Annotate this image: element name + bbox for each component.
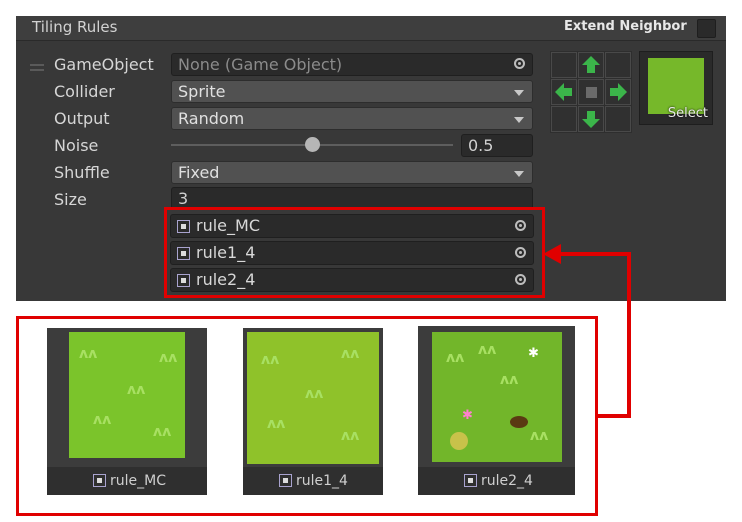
- neighbor-cell[interactable]: [578, 52, 604, 78]
- neighbor-cell[interactable]: [551, 52, 577, 78]
- arrow-right-icon: [610, 83, 627, 101]
- sprite-icon: [464, 474, 477, 487]
- noise-value-field[interactable]: 0.5: [461, 134, 533, 157]
- noise-label: Noise: [54, 136, 99, 155]
- neighbor-rule-grid: [550, 51, 632, 133]
- grass-tuft: ʌʌ: [261, 352, 280, 368]
- sprite-preview[interactable]: Select: [639, 51, 713, 125]
- thumbnail-name: rule1_4: [296, 473, 348, 489]
- collider-label: Collider: [54, 82, 115, 101]
- grass-tuft: ʌʌ: [500, 372, 519, 388]
- arrow-left-icon: [555, 83, 572, 101]
- tiling-rules-header[interactable]: Tiling Rules Extend Neighbor: [16, 16, 726, 41]
- select-label: Select: [667, 106, 708, 121]
- grass-tuft: ʌʌ: [341, 428, 360, 444]
- dry-grass-patch-icon: [450, 432, 468, 450]
- size-label: Size: [54, 190, 87, 209]
- connector-line: [596, 414, 631, 418]
- grass-tuft: ʌʌ: [305, 386, 324, 402]
- object-picker-icon[interactable]: [514, 58, 525, 69]
- output-dropdown[interactable]: Random: [171, 107, 533, 130]
- grass-tuft: ʌʌ: [446, 350, 465, 366]
- sprite-icon: [93, 474, 106, 487]
- chevron-down-icon: [514, 117, 524, 123]
- extend-neighbor-label: Extend Neighbor: [564, 19, 687, 34]
- output-label: Output: [54, 109, 110, 128]
- highlight-sprite-fields: [164, 207, 545, 298]
- gameobject-value: None (Game Object): [178, 55, 343, 74]
- grass-tile-image: ʌʌ ʌʌ ʌʌ ʌʌ ʌʌ: [247, 332, 379, 464]
- grass-tuft: ʌʌ: [341, 346, 360, 362]
- thumbnail-label-bar: rule1_4: [243, 467, 383, 495]
- flower-white-icon: ✱: [528, 346, 539, 361]
- shuffle-dropdown[interactable]: Fixed: [171, 161, 533, 184]
- grass-tuft: ʌʌ: [93, 412, 112, 428]
- thumbnail-name: rule2_4: [481, 473, 533, 489]
- neighbor-cell[interactable]: [605, 106, 631, 132]
- center-tile-icon: [586, 87, 597, 98]
- connector-arrowhead-icon: [543, 244, 561, 264]
- arrow-down-icon: [582, 111, 600, 128]
- thumbnail-label-bar: rule_MC: [47, 467, 207, 495]
- neighbor-cell[interactable]: [551, 79, 577, 105]
- grass-tuft: ʌʌ: [530, 428, 549, 444]
- grass-tuft: ʌʌ: [159, 350, 178, 366]
- grass-tuft: ʌʌ: [127, 382, 146, 398]
- asset-thumbnail[interactable]: ʌʌ ʌʌ ʌʌ ʌʌ ʌʌ rule_MC: [47, 328, 207, 495]
- thumbnail-label-bar: rule2_4: [418, 467, 575, 495]
- dirt-hole-icon: [510, 416, 528, 428]
- flower-pink-icon: ✱: [462, 408, 473, 423]
- arrow-up-icon: [582, 56, 600, 73]
- asset-thumbnail[interactable]: ʌʌ ʌʌ ʌʌ ʌʌ ʌʌ rule1_4: [243, 328, 383, 495]
- grass-tile-image: ʌʌ ʌʌ ʌʌ ʌʌ ʌʌ: [69, 332, 185, 458]
- output-value: Random: [178, 109, 245, 128]
- connector-line: [557, 252, 631, 256]
- collider-value: Sprite: [178, 82, 226, 101]
- neighbor-cell[interactable]: [551, 106, 577, 132]
- neighbor-cell[interactable]: [605, 79, 631, 105]
- gameobject-field[interactable]: None (Game Object): [171, 53, 533, 76]
- neighbor-cell-center: [578, 79, 604, 105]
- grass-tuft: ʌʌ: [267, 416, 286, 432]
- noise-slider-handle[interactable]: [305, 137, 320, 152]
- shuffle-label: Shuffle: [54, 163, 110, 182]
- reorder-handle[interactable]: [30, 64, 44, 74]
- chevron-down-icon: [514, 90, 524, 96]
- grass-tuft: ʌʌ: [79, 346, 98, 362]
- gameobject-label: GameObject: [54, 55, 154, 74]
- collider-dropdown[interactable]: Sprite: [171, 80, 533, 103]
- connector-line: [627, 252, 631, 418]
- thumbnail-name: rule_MC: [110, 473, 166, 489]
- extend-neighbor-checkbox[interactable]: [697, 19, 716, 38]
- grass-tile-image: ʌʌ ʌʌ ✱ ʌʌ ✱ ʌʌ: [432, 332, 562, 462]
- neighbor-cell[interactable]: [605, 52, 631, 78]
- neighbor-cell[interactable]: [578, 106, 604, 132]
- grass-tuft: ʌʌ: [153, 424, 172, 440]
- chevron-down-icon: [514, 171, 524, 177]
- sprite-icon: [279, 474, 292, 487]
- shuffle-value: Fixed: [178, 163, 220, 182]
- grass-tuft: ʌʌ: [478, 342, 497, 358]
- tiling-rules-title: Tiling Rules: [32, 18, 118, 36]
- asset-thumbnail[interactable]: ʌʌ ʌʌ ✱ ʌʌ ✱ ʌʌ rule2_4: [418, 326, 575, 495]
